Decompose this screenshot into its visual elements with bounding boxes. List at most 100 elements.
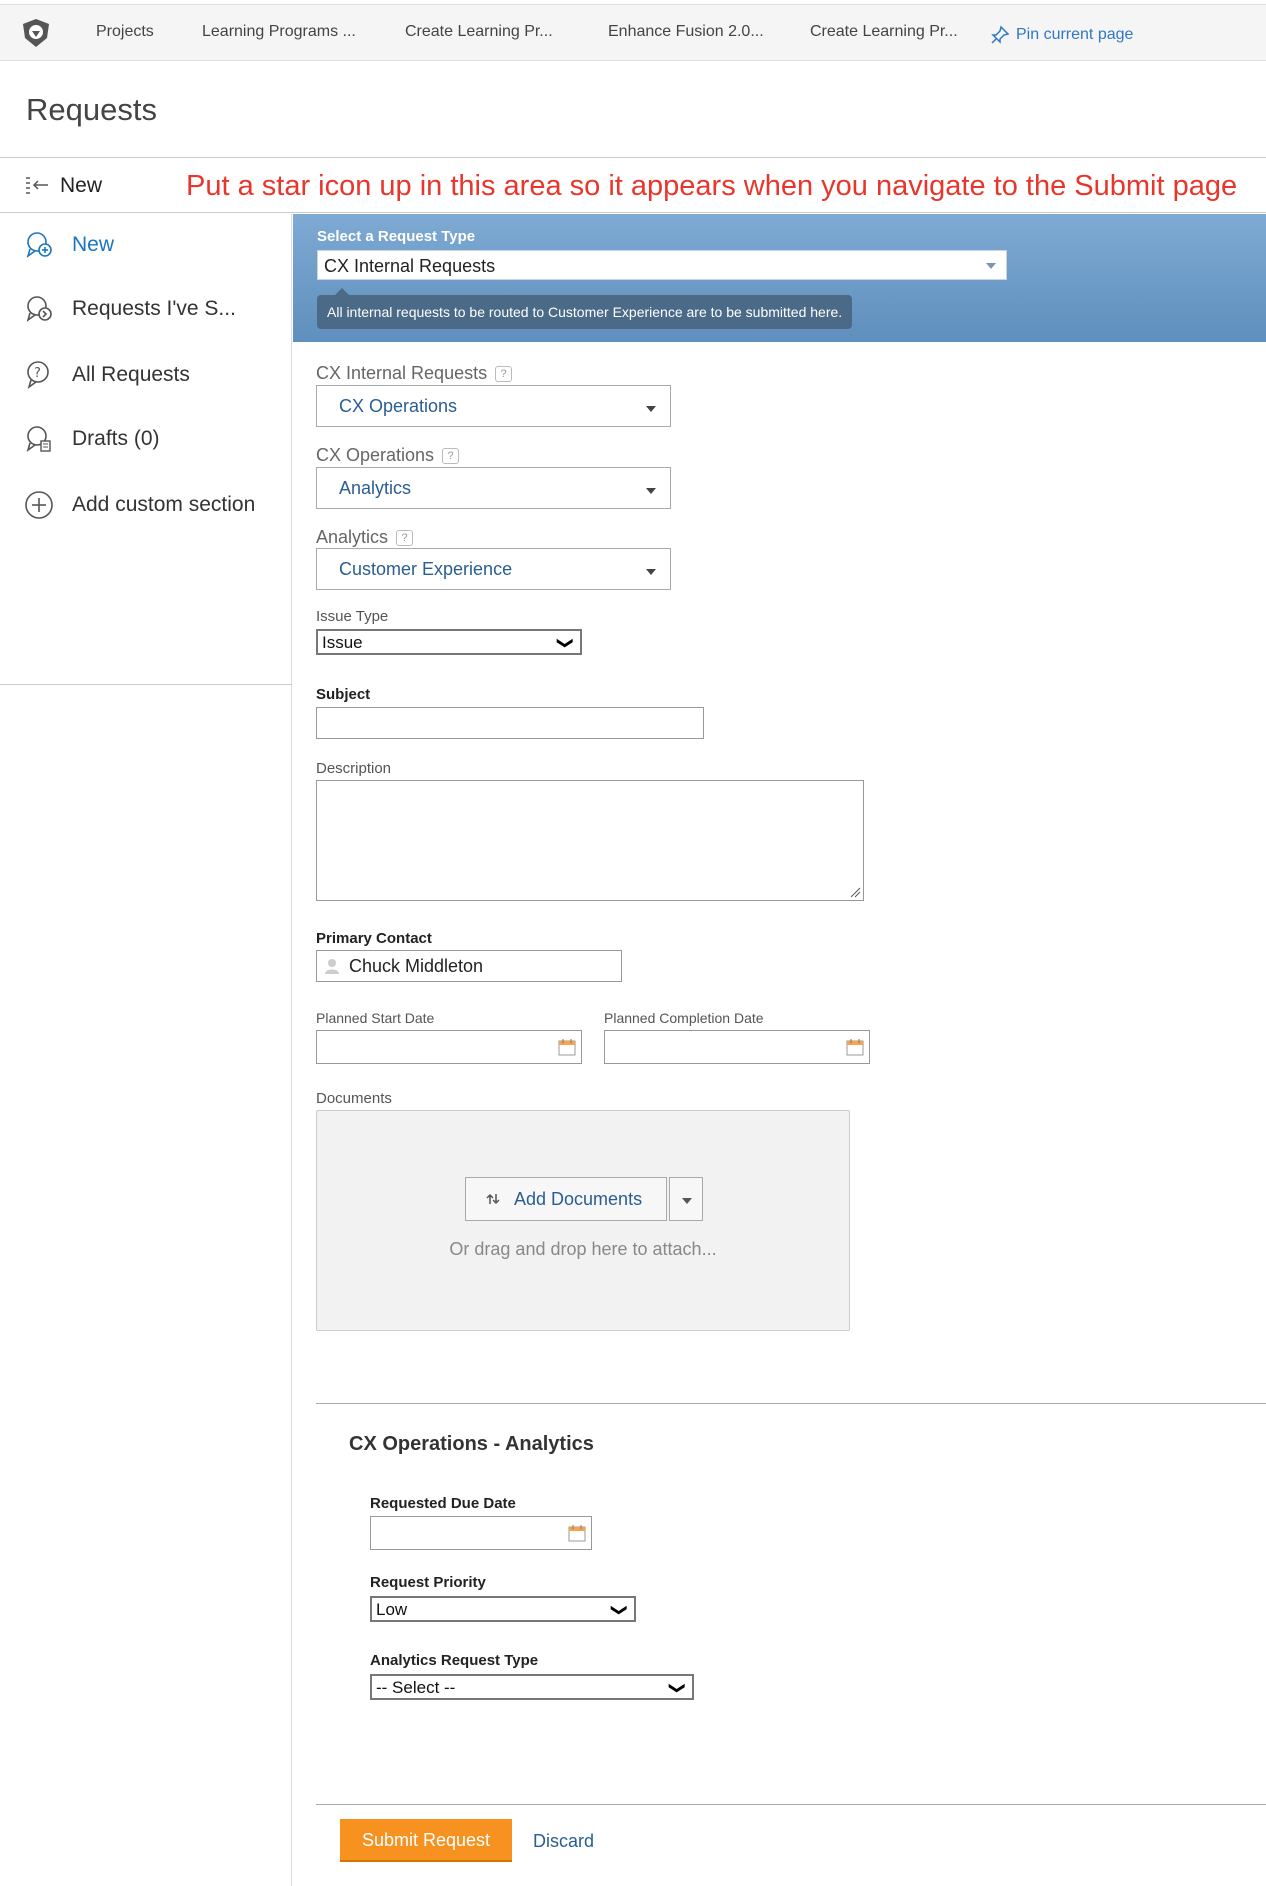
header-divider	[0, 157, 1266, 158]
add-custom-section-label: Add custom section	[72, 493, 256, 516]
field-label: CX Internal Requests	[316, 363, 488, 383]
actions-divider	[316, 1804, 1266, 1805]
top-navigation: Projects Learning Programs ... Create Le…	[0, 4, 1266, 61]
section-divider	[316, 1403, 1266, 1404]
help-icon[interactable]: ?	[495, 365, 513, 382]
requested-due-date-label: Requested Due Date	[370, 1495, 516, 1512]
analytics-request-type-select[interactable]: -- Select -- ❯	[370, 1674, 694, 1700]
chevron-down-icon	[646, 488, 656, 494]
new-request-icon	[26, 232, 52, 258]
add-documents-label: Add Documents	[514, 1188, 643, 1209]
cx-operations-select[interactable]: Analytics	[316, 467, 671, 509]
subheader: New	[24, 174, 102, 198]
collapse-sidebar-icon[interactable]	[24, 175, 50, 197]
plus-circle-icon	[25, 491, 53, 519]
issue-type-select[interactable]: Issue ❯	[316, 629, 582, 655]
workfront-logo-icon[interactable]	[20, 17, 52, 49]
resize-grip-icon[interactable]	[849, 886, 861, 898]
add-custom-section-button[interactable]: Add custom section	[24, 490, 255, 520]
nav-tab-projects[interactable]: Projects	[96, 23, 154, 41]
user-icon	[325, 959, 339, 974]
page-title: Requests	[26, 92, 157, 127]
field-label: CX Operations	[316, 445, 435, 465]
select-value: Analytics	[339, 478, 412, 498]
issue-type-label: Issue Type	[316, 608, 389, 625]
section-title: CX Operations - Analytics	[349, 1433, 594, 1455]
select-value: Issue	[322, 633, 363, 652]
documents-label: Documents	[316, 1090, 392, 1107]
cx-internal-requests-label: CX Internal Requests ?	[316, 363, 513, 384]
analytics-label: Analytics ?	[316, 527, 414, 548]
subject-input[interactable]	[316, 707, 704, 739]
drop-hint: Or drag and drop here to attach...	[449, 1239, 717, 1259]
sidebar-item-label: Drafts (0)	[72, 427, 160, 450]
chevron-down-icon	[646, 406, 656, 412]
calendar-icon[interactable]	[567, 1523, 587, 1543]
sidebar-item-all-requests[interactable]: ? All Requests	[24, 360, 190, 390]
planned-completion-label: Planned Completion Date	[604, 1010, 764, 1026]
primary-contact-label: Primary Contact	[316, 930, 432, 947]
subheader-divider	[0, 212, 1266, 213]
cx-operations-label: CX Operations ?	[316, 445, 460, 466]
select-value: Low	[376, 1600, 408, 1619]
sidebar-divider	[0, 684, 292, 685]
chevron-down-icon: ❯	[556, 636, 574, 650]
help-icon[interactable]: ?	[396, 529, 414, 546]
sidebar: New Requests I've S... ? All Requests Dr…	[0, 214, 292, 1886]
requested-due-date-input[interactable]	[370, 1516, 592, 1550]
request-priority-select[interactable]: Low ❯	[370, 1596, 636, 1622]
select-value: -- Select --	[376, 1678, 456, 1697]
sidebar-item-requests-submitted[interactable]: Requests I've S...	[24, 294, 236, 324]
planned-completion-date-input[interactable]	[604, 1030, 870, 1064]
pin-label: Pin current page	[1016, 26, 1134, 43]
select-value: CX Operations	[339, 396, 458, 416]
primary-contact-input[interactable]: Chuck Middleton	[316, 950, 622, 982]
subject-label: Subject	[316, 686, 371, 703]
sidebar-item-label: New	[72, 233, 115, 256]
add-documents-dropdown-button[interactable]	[669, 1177, 703, 1221]
documents-dropzone[interactable]: Add Documents Or drag and drop here to a…	[316, 1110, 850, 1331]
chevron-down-icon: ❯	[610, 1603, 628, 1617]
calendar-icon[interactable]	[845, 1037, 865, 1057]
nav-tab-create-learning-1[interactable]: Create Learning Pr...	[405, 23, 553, 41]
svg-text:?: ?	[34, 366, 41, 381]
request-priority-label: Request Priority	[370, 1574, 486, 1591]
submitted-requests-icon	[26, 296, 52, 322]
nav-tab-learning-programs[interactable]: Learning Programs ...	[202, 23, 356, 41]
primary-contact-value: Chuck Middleton	[349, 955, 484, 976]
sidebar-item-drafts[interactable]: Drafts (0)	[24, 424, 160, 454]
cx-internal-requests-select[interactable]: CX Operations	[316, 385, 671, 427]
all-requests-icon: ?	[27, 361, 49, 389]
description-label: Description	[316, 760, 392, 777]
analytics-request-type-label: Analytics Request Type	[370, 1652, 539, 1669]
request-type-banner: Select a Request Type CX Internal Reques…	[293, 214, 1266, 342]
annotation-note: Put a star icon up in this area so it ap…	[186, 170, 1238, 202]
upload-icon	[486, 1193, 500, 1205]
discard-link[interactable]: Discard	[533, 1831, 594, 1852]
nav-tab-enhance-fusion[interactable]: Enhance Fusion 2.0...	[608, 23, 764, 41]
pin-icon	[991, 25, 1010, 44]
chevron-down-icon	[646, 569, 656, 575]
sidebar-item-label: Requests I've S...	[72, 297, 236, 320]
planned-start-date-input[interactable]	[316, 1030, 582, 1064]
request-type-tooltip: All internal requests to be routed to Cu…	[317, 288, 853, 329]
calendar-icon[interactable]	[557, 1037, 577, 1057]
chevron-down-icon	[682, 1198, 692, 1204]
pin-current-page-link[interactable]: Pin current page	[990, 25, 1133, 45]
chevron-down-icon	[986, 263, 996, 269]
select-value: Customer Experience	[339, 559, 513, 579]
add-documents-button[interactable]: Add Documents	[465, 1177, 667, 1221]
submit-request-button[interactable]: Submit Request	[340, 1819, 512, 1862]
sidebar-item-label: All Requests	[72, 363, 190, 386]
analytics-select[interactable]: Customer Experience	[316, 548, 671, 590]
description-textarea[interactable]	[316, 780, 864, 901]
sidebar-item-new[interactable]: New	[24, 230, 114, 260]
request-type-select[interactable]: CX Internal Requests	[317, 250, 1007, 280]
field-label: Analytics	[316, 527, 389, 547]
nav-tab-create-learning-2[interactable]: Create Learning Pr...	[810, 23, 958, 41]
chevron-down-icon: ❯	[668, 1681, 686, 1695]
request-type-value: CX Internal Requests	[324, 256, 496, 276]
planned-start-label: Planned Start Date	[316, 1010, 435, 1026]
help-icon[interactable]: ?	[442, 447, 460, 464]
request-type-label: Select a Request Type	[317, 228, 476, 245]
